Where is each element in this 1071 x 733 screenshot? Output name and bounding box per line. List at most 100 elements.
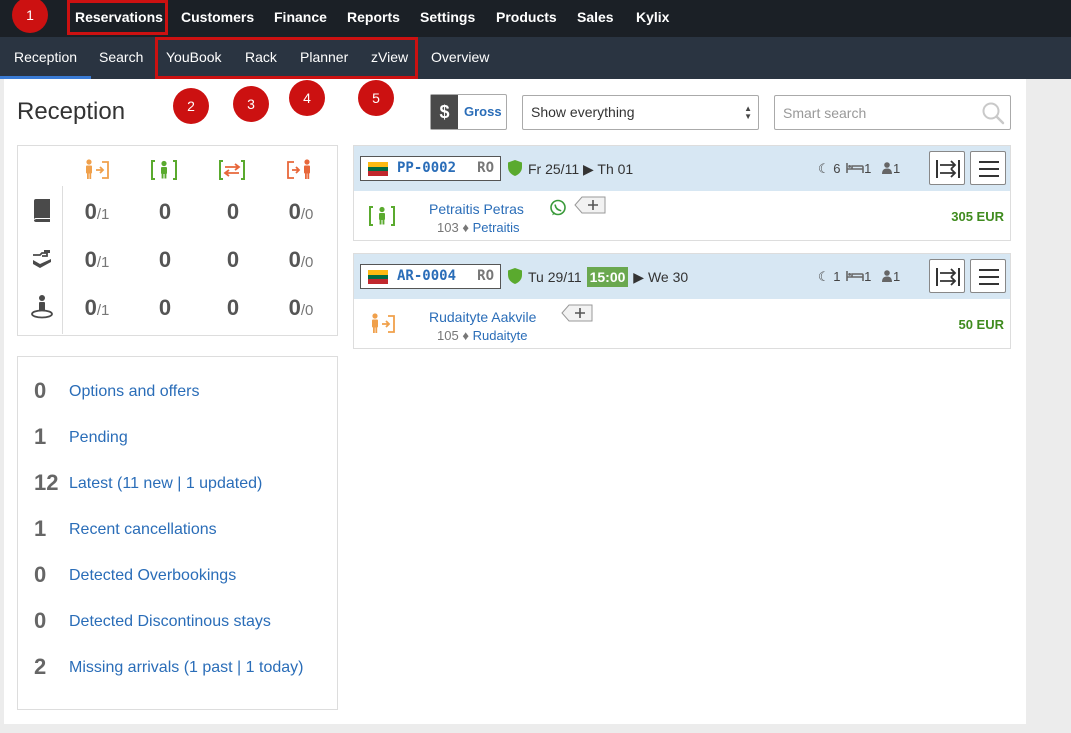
list-item: 2 Missing arrivals (1 past | 1 today) bbox=[18, 652, 338, 682]
nav-kylix[interactable]: Kylix bbox=[636, 0, 669, 37]
add-tag-icon[interactable] bbox=[561, 303, 593, 323]
whatsapp-icon[interactable] bbox=[549, 199, 567, 217]
annotation-marker-5: 5 bbox=[358, 80, 394, 116]
stat-book-inhouse[interactable]: 0 bbox=[130, 199, 200, 225]
nav-products[interactable]: Products bbox=[496, 0, 557, 37]
annotation-marker-4: 4 bbox=[289, 80, 325, 116]
stat-guest-arrivals[interactable]: 0/1 bbox=[62, 295, 132, 321]
in-house-icon bbox=[369, 206, 395, 226]
shield-icon bbox=[508, 160, 522, 176]
stat-guest-departures[interactable]: 0/0 bbox=[266, 295, 336, 321]
summary-link-latest[interactable]: Latest (11 new | 1 updated) bbox=[69, 468, 262, 500]
summary-link-missing-arrivals[interactable]: Missing arrivals (1 past | 1 today) bbox=[69, 652, 303, 684]
stat-service-inhouse[interactable]: 0 bbox=[130, 247, 200, 273]
callout-box-subtabs bbox=[155, 37, 418, 79]
smart-search bbox=[774, 95, 1011, 130]
add-tag-icon[interactable] bbox=[574, 195, 606, 215]
summary-link-cancellations[interactable]: Recent cancellations bbox=[69, 514, 217, 546]
list-item: 0 Options and offers bbox=[18, 376, 338, 406]
list-item: 1 Pending bbox=[18, 422, 338, 452]
nav-settings[interactable]: Settings bbox=[420, 0, 475, 37]
room-assign-button[interactable] bbox=[929, 151, 965, 185]
summary-count: 0 bbox=[34, 608, 47, 633]
summary-count: 1 bbox=[34, 516, 47, 541]
select-arrows-icon: ▲ ▼ bbox=[744, 104, 752, 121]
reservation-menu-button[interactable] bbox=[970, 259, 1006, 293]
search-icon[interactable] bbox=[981, 101, 1005, 125]
tab-reception[interactable]: Reception bbox=[0, 37, 92, 79]
reservation-code: PP-0002 bbox=[397, 160, 457, 176]
reservation-card: AR-0004 RO Tu 29/11 15:00 ▶ We 30 ☾ 1 1 … bbox=[353, 253, 1011, 349]
tab-overview[interactable]: Overview bbox=[431, 37, 489, 79]
stat-service-moves[interactable]: 0 bbox=[198, 247, 268, 273]
summary-count: 12 bbox=[34, 470, 59, 495]
departure-icon[interactable] bbox=[286, 158, 314, 182]
annotation-marker-3: 3 bbox=[233, 86, 269, 122]
room-assign-icon bbox=[936, 268, 960, 286]
stat-book-departures[interactable]: 0/0 bbox=[266, 199, 336, 225]
summary-link-options[interactable]: Options and offers bbox=[69, 376, 199, 408]
lithuania-flag-icon bbox=[368, 270, 388, 284]
room-name-link[interactable]: Rudaityte bbox=[473, 328, 528, 343]
dollar-icon: $ bbox=[431, 95, 458, 129]
list-item: 12 Latest (11 new | 1 updated) bbox=[18, 468, 338, 498]
reception-stats: 0/1 0 0 0/0 0/1 0 0 0/0 0/1 0 0 0/0 bbox=[17, 145, 338, 336]
stat-book-arrivals[interactable]: 0/1 bbox=[62, 199, 132, 225]
stay-dates: Tu 29/11 15:00 ▶ We 30 bbox=[528, 267, 689, 287]
summary-count: 0 bbox=[34, 378, 47, 403]
reservation-menu-button[interactable] bbox=[970, 151, 1006, 185]
reservation-code-box[interactable]: AR-0004 RO bbox=[360, 264, 501, 289]
smart-search-input[interactable] bbox=[783, 100, 973, 125]
summary-list: 0 Options and offers 1 Pending 12 Latest (1… bbox=[17, 356, 338, 710]
reservation-price: 305 EUR bbox=[951, 209, 1004, 224]
stat-service-arrivals[interactable]: 0/1 bbox=[62, 247, 132, 273]
in-house-icon[interactable] bbox=[150, 158, 178, 182]
summary-link-pending[interactable]: Pending bbox=[69, 422, 128, 454]
nav-sales[interactable]: Sales bbox=[577, 0, 614, 37]
diamond-icon: ♦ bbox=[462, 220, 469, 235]
gross-label: Gross bbox=[464, 104, 502, 119]
shield-icon bbox=[508, 268, 522, 284]
stat-service-departures[interactable]: 0/0 bbox=[266, 247, 336, 273]
room-name-link[interactable]: Petraitis bbox=[473, 220, 520, 235]
reservation-price: 50 EUR bbox=[958, 317, 1004, 332]
guest-person-icon bbox=[31, 295, 53, 319]
gross-toggle[interactable]: $ Gross bbox=[430, 94, 507, 130]
stat-guest-inhouse[interactable]: 0 bbox=[130, 295, 200, 321]
reservation-code-box[interactable]: PP-0002 RO bbox=[360, 156, 501, 181]
arrow-right-icon: ▶ bbox=[633, 269, 645, 285]
arrival-time-badge: 15:00 bbox=[586, 267, 629, 287]
filter-select[interactable]: Show everything ▲ ▼ bbox=[522, 95, 759, 130]
person-icon bbox=[882, 162, 892, 174]
room-assign-icon bbox=[936, 160, 960, 178]
summary-link-discontinuous[interactable]: Detected Discontinous stays bbox=[69, 606, 271, 638]
nav-finance[interactable]: Finance bbox=[274, 0, 327, 37]
guest-name-link[interactable]: Petraitis Petras bbox=[429, 201, 524, 217]
guest-name-link[interactable]: Rudaityte Aakvile bbox=[429, 309, 536, 325]
list-item: 1 Recent cancellations bbox=[18, 514, 338, 544]
tab-search[interactable]: Search bbox=[99, 37, 143, 79]
summary-count: 2 bbox=[34, 654, 47, 679]
filter-select-value: Show everything bbox=[531, 104, 635, 120]
room-move-icon[interactable] bbox=[218, 158, 246, 182]
stay-dates: Fr 25/11 ▶ Th 01 bbox=[528, 161, 634, 177]
reservation-card: PP-0002 RO Fr 25/11 ▶ Th 01 ☾ 6 1 1 Petr… bbox=[353, 145, 1011, 241]
hamburger-icon bbox=[979, 161, 999, 177]
annotation-marker-2: 2 bbox=[173, 88, 209, 124]
summary-link-overbookings[interactable]: Detected Overbookings bbox=[69, 560, 236, 592]
stat-book-moves[interactable]: 0 bbox=[198, 199, 268, 225]
nav-customers[interactable]: Customers bbox=[181, 0, 254, 37]
reservation-header: AR-0004 RO Tu 29/11 15:00 ▶ We 30 ☾ 1 1 … bbox=[354, 254, 1010, 299]
summary-count: 0 bbox=[34, 562, 47, 587]
moon-icon: ☾ bbox=[818, 269, 830, 284]
summary-count: 1 bbox=[34, 424, 47, 449]
lithuania-flag-icon bbox=[368, 162, 388, 176]
room-assign-button[interactable] bbox=[929, 259, 965, 293]
arrow-right-icon: ▶ bbox=[583, 161, 594, 177]
callout-box-reservations bbox=[67, 0, 168, 35]
page-title: Reception bbox=[17, 98, 126, 125]
stay-meta: ☾ 6 1 1 bbox=[818, 161, 901, 176]
arrival-icon[interactable] bbox=[82, 158, 110, 182]
nav-reports[interactable]: Reports bbox=[347, 0, 400, 37]
stat-guest-moves[interactable]: 0 bbox=[198, 295, 268, 321]
